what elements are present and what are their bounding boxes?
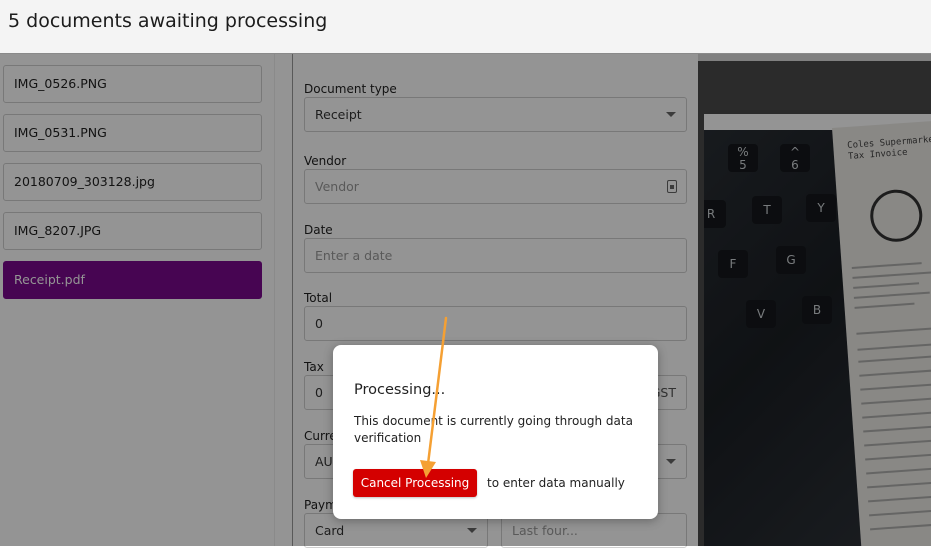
- dialog-message: This document is currently going through…: [354, 414, 633, 445]
- processing-dialog: Processing... This document is currently…: [333, 345, 658, 519]
- app-header: 5 documents awaiting processing: [0, 0, 931, 54]
- dialog-title: Processing...: [354, 382, 446, 398]
- dialog-hint: to enter data manually: [487, 476, 625, 490]
- cancel-processing-button[interactable]: Cancel Processing: [353, 469, 477, 497]
- page-title: 5 documents awaiting processing: [8, 10, 328, 32]
